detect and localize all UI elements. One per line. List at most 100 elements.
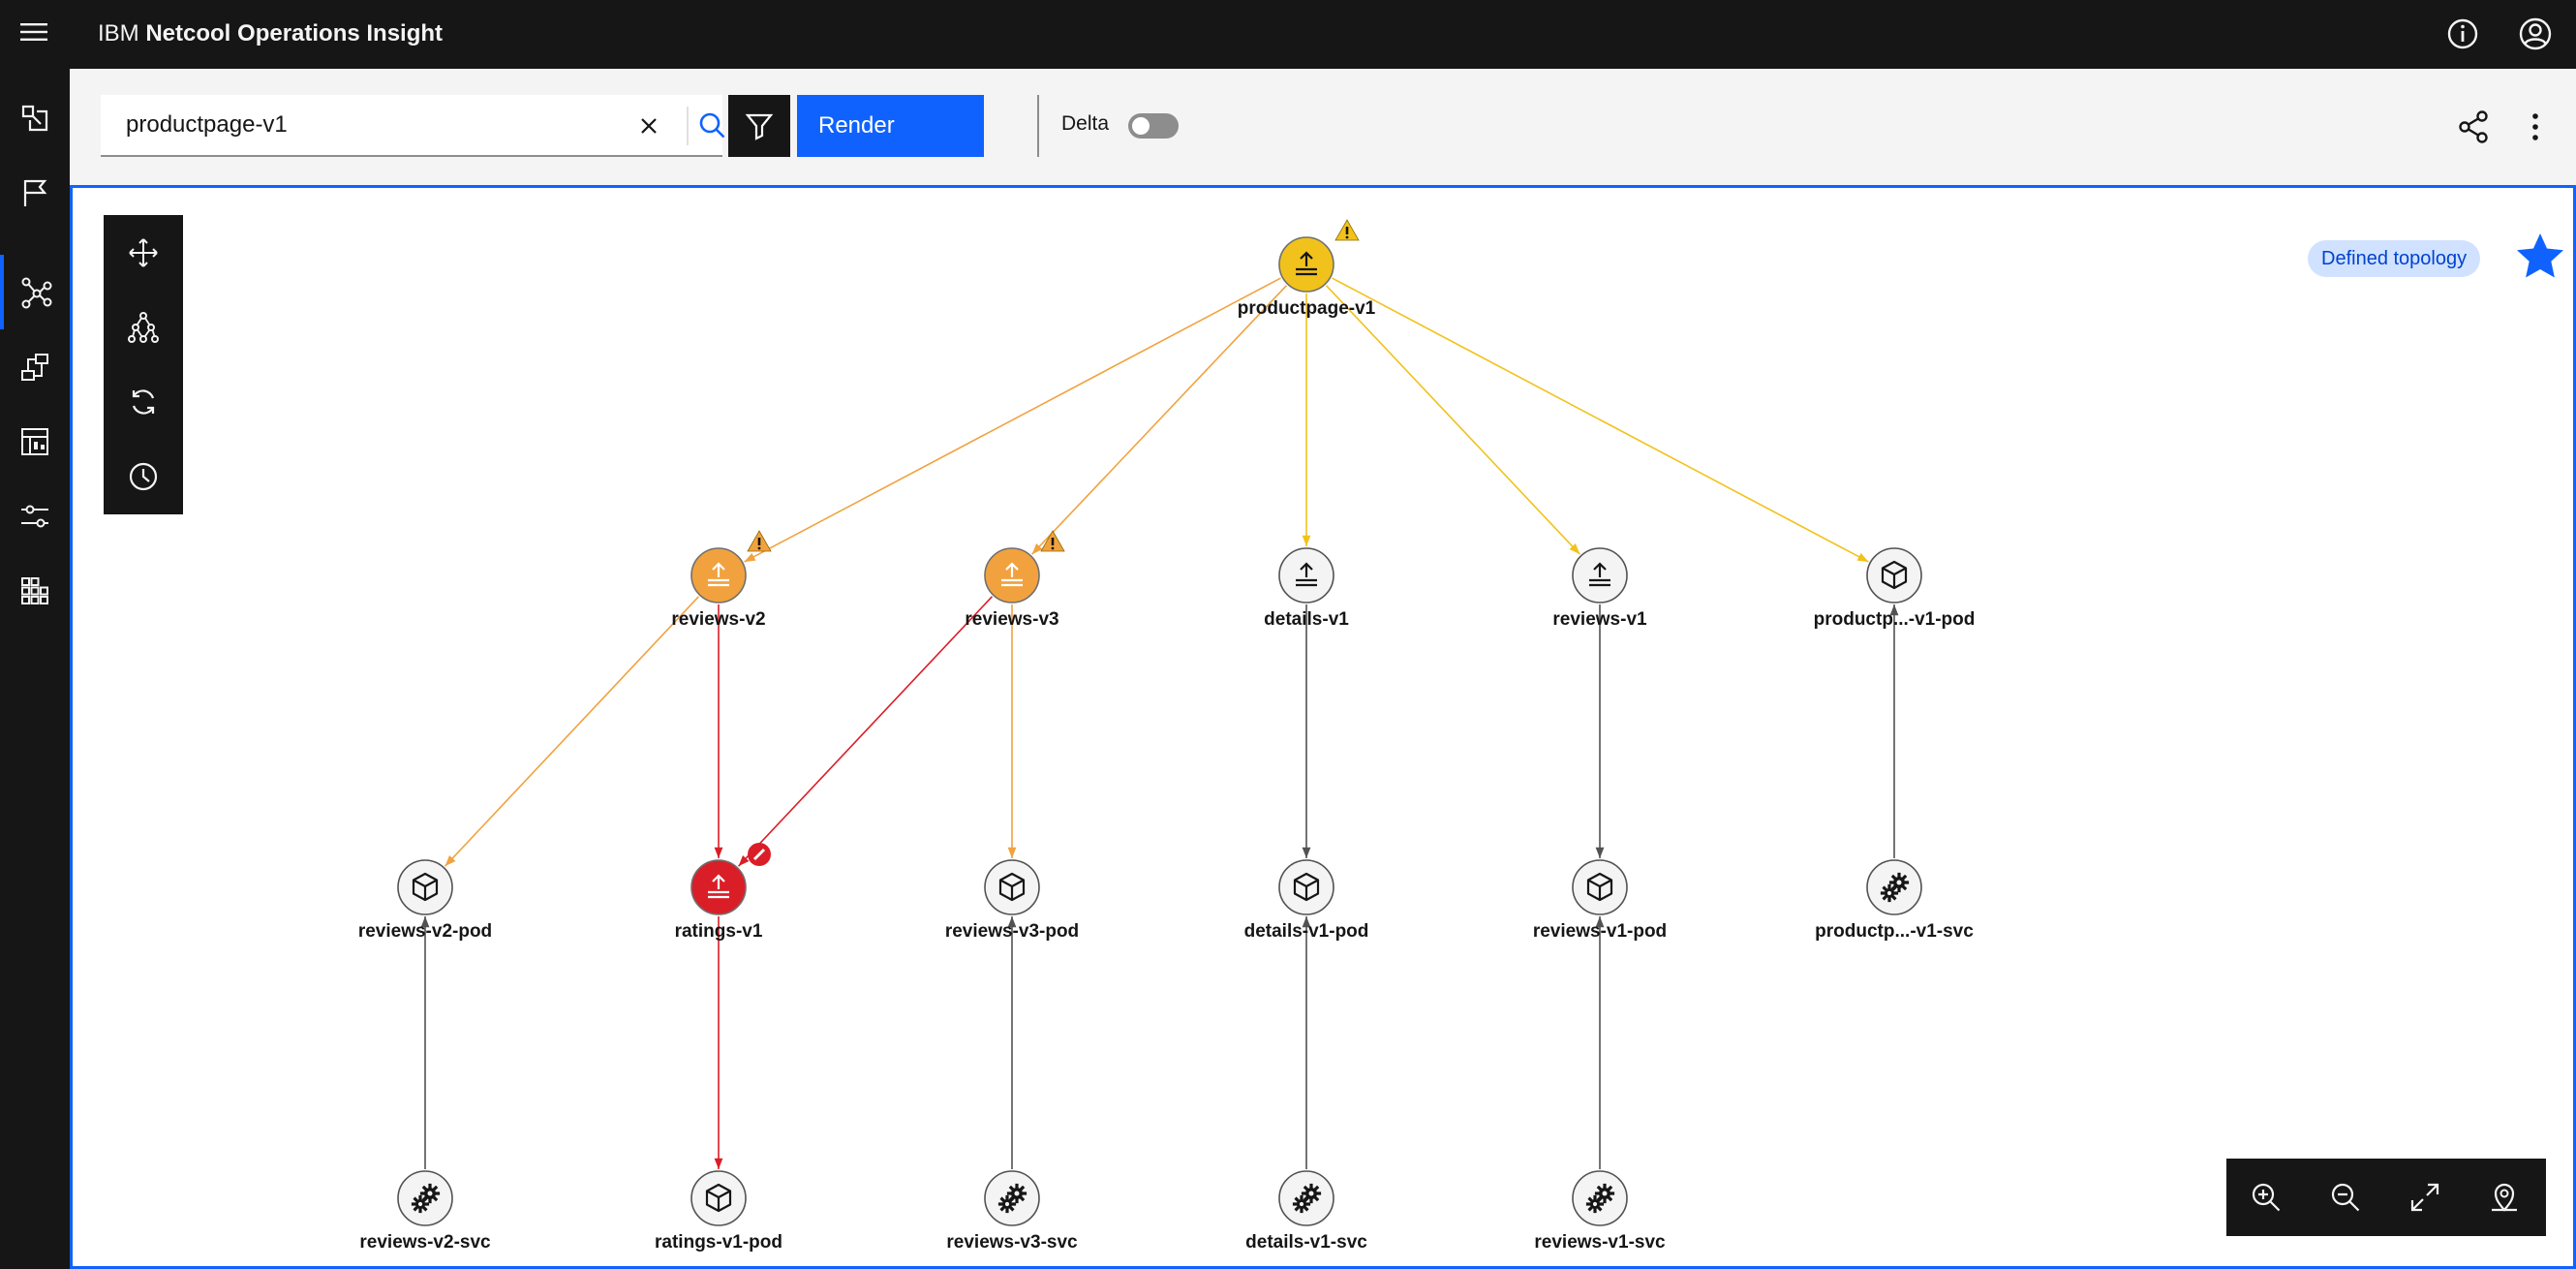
node-details-v1-svc[interactable]: details-v1-svc [1245, 1170, 1367, 1253]
node-details-v1-pod[interactable]: details-v1-pod [1244, 859, 1369, 942]
search-divider [687, 107, 689, 145]
edge-ratings-v1-ratings-v1-pod[interactable] [714, 916, 723, 1169]
refresh-tool[interactable] [104, 364, 183, 439]
incidents-icon [21, 105, 48, 131]
edge-reviews-v3-reviews-v3-pod[interactable] [1007, 604, 1017, 858]
nav-flags[interactable] [0, 155, 70, 230]
status-minor-icon [747, 530, 772, 552]
arrowhead [1007, 847, 1017, 858]
edge-details-v1-svc-details-v1-pod[interactable] [1302, 916, 1311, 1169]
nav-incidents[interactable] [0, 80, 70, 155]
node-label: ratings-v1 [675, 921, 763, 942]
close-icon[interactable] [631, 108, 666, 143]
node-reviews-v3-svc[interactable]: reviews-v3-svc [946, 1170, 1078, 1253]
brand-prefix: IBM [98, 20, 139, 46]
settings-icon [21, 505, 48, 527]
edge-productpage-v1-details-v1[interactable] [1302, 294, 1311, 546]
node-reviews-v1[interactable]: reviews-v1 [1552, 547, 1647, 630]
node-label: reviews-v1-svc [1534, 1232, 1666, 1253]
node-reviews-v1-svc[interactable]: reviews-v1-svc [1534, 1170, 1666, 1253]
node-label: reviews-v3-pod [945, 921, 1079, 942]
history-tool[interactable] [104, 439, 183, 513]
locate-icon [2492, 1183, 2517, 1212]
edge-reviews-v3-ratings-v1[interactable] [737, 596, 994, 867]
edge-reviews-v1-reviews-v1-pod[interactable] [1595, 604, 1605, 858]
node-label: reviews-v2-svc [359, 1232, 491, 1253]
topology-canvas[interactable]: productpage-v1 reviews-v2 reviews-v3 detail… [70, 185, 2576, 1269]
move-icon [129, 237, 158, 267]
defined-topology-tag: Defined topology [2308, 240, 2481, 277]
star-icon[interactable] [2514, 231, 2566, 283]
nav-resources[interactable] [0, 329, 70, 404]
edge-reviews-v2-svc-reviews-v2-pod[interactable] [420, 916, 430, 1169]
status-critical-icon [748, 843, 771, 866]
search-icon[interactable] [693, 107, 732, 145]
topology-toolbar: productpage-v1 Render Delta [70, 69, 2576, 185]
overflow-menu-icon[interactable] [2516, 108, 2555, 146]
edge-reviews-v2-ratings-v1[interactable] [714, 604, 723, 858]
dashboard-icon [21, 427, 48, 455]
delta-toggle[interactable] [1128, 113, 1179, 139]
menu-icon[interactable] [17, 15, 50, 48]
edge-reviews-v2-reviews-v2-pod[interactable] [444, 596, 700, 867]
node-reviews-v2-pod[interactable]: reviews-v2-pod [358, 859, 492, 942]
share-icon[interactable] [2454, 108, 2493, 146]
nav-topology[interactable] [0, 255, 70, 329]
node-productpage-v1-pod[interactable]: productp...-v1-pod [1814, 547, 1976, 630]
arrowhead [1595, 847, 1605, 858]
nav-apps[interactable] [0, 553, 70, 628]
node-productpage-v1[interactable]: productpage-v1 [1238, 219, 1376, 319]
edge-productpage-v1-svc-productpage-v1-pod[interactable] [1889, 604, 1899, 858]
nav-dashboard[interactable] [0, 404, 70, 479]
node-ratings-v1[interactable]: ratings-v1 [675, 843, 771, 942]
node-reviews-v1-pod[interactable]: reviews-v1-pod [1533, 859, 1667, 942]
clock-icon [129, 462, 158, 490]
hierarchy-tool[interactable] [104, 290, 183, 364]
zoom-out-button[interactable] [2306, 1159, 2385, 1236]
node-ratings-v1-pod[interactable]: ratings-v1-pod [655, 1170, 782, 1253]
app-title[interactable]: IBM Netcool Operations Insight [98, 19, 443, 48]
node-label: reviews-v2 [671, 609, 765, 630]
node-label: reviews-v3 [965, 609, 1058, 630]
arrowhead [744, 552, 756, 562]
filter-button[interactable] [728, 95, 790, 157]
info-icon[interactable] [2443, 15, 2482, 53]
edge-details-v1-details-v1-pod[interactable] [1302, 604, 1311, 858]
render-button[interactable]: Render [797, 95, 984, 157]
hierarchy-icon [128, 311, 159, 343]
node-label: reviews-v1 [1552, 609, 1647, 630]
node-reviews-v2[interactable]: reviews-v2 [671, 530, 772, 630]
zoom-in-button[interactable] [2226, 1159, 2306, 1236]
node-reviews-v3-pod[interactable]: reviews-v3-pod [945, 859, 1079, 942]
node-label: details-v1 [1264, 609, 1349, 630]
topology-icon [21, 277, 52, 308]
user-icon[interactable] [2516, 15, 2555, 53]
top-header: IBM Netcool Operations Insight [0, 0, 2576, 69]
locate-button[interactable] [2465, 1159, 2544, 1236]
node-details-v1[interactable]: details-v1 [1264, 547, 1349, 630]
move-tool[interactable] [104, 215, 183, 290]
node-label: productpage-v1 [1238, 298, 1376, 319]
apps-icon [21, 576, 48, 604]
zoom-in-icon [2252, 1183, 2281, 1212]
side-nav [0, 69, 70, 1269]
node-reviews-v2-svc[interactable]: reviews-v2-svc [359, 1170, 491, 1253]
edge-productpage-v1-reviews-v2[interactable] [744, 277, 1281, 563]
search-field[interactable]: productpage-v1 [101, 95, 725, 157]
edge-reviews-v3-svc-reviews-v3-pod[interactable] [1007, 916, 1017, 1169]
edge-reviews-v1-svc-reviews-v1-pod[interactable] [1595, 916, 1605, 1169]
node-reviews-v3[interactable]: reviews-v3 [965, 530, 1065, 630]
node-productpage-v1-svc[interactable]: productp...-v1-svc [1815, 859, 1974, 942]
node-label: reviews-v2-pod [358, 921, 492, 942]
search-input[interactable]: productpage-v1 [126, 111, 288, 139]
edge-productpage-v1-reviews-v3[interactable] [1031, 285, 1287, 555]
node-label: details-v1-pod [1244, 921, 1369, 942]
fit-to-screen-button[interactable] [2385, 1159, 2465, 1236]
nav-settings[interactable] [0, 479, 70, 553]
toggle-knob [1132, 117, 1150, 135]
topology-graph[interactable]: productpage-v1 reviews-v2 reviews-v3 detail… [73, 188, 2573, 1266]
edge-productpage-v1-productpage-v1-pod[interactable] [1332, 277, 1869, 563]
arrowhead [1856, 552, 1869, 562]
resources-icon [21, 353, 48, 381]
edge-productpage-v1-reviews-v1[interactable] [1326, 285, 1580, 555]
